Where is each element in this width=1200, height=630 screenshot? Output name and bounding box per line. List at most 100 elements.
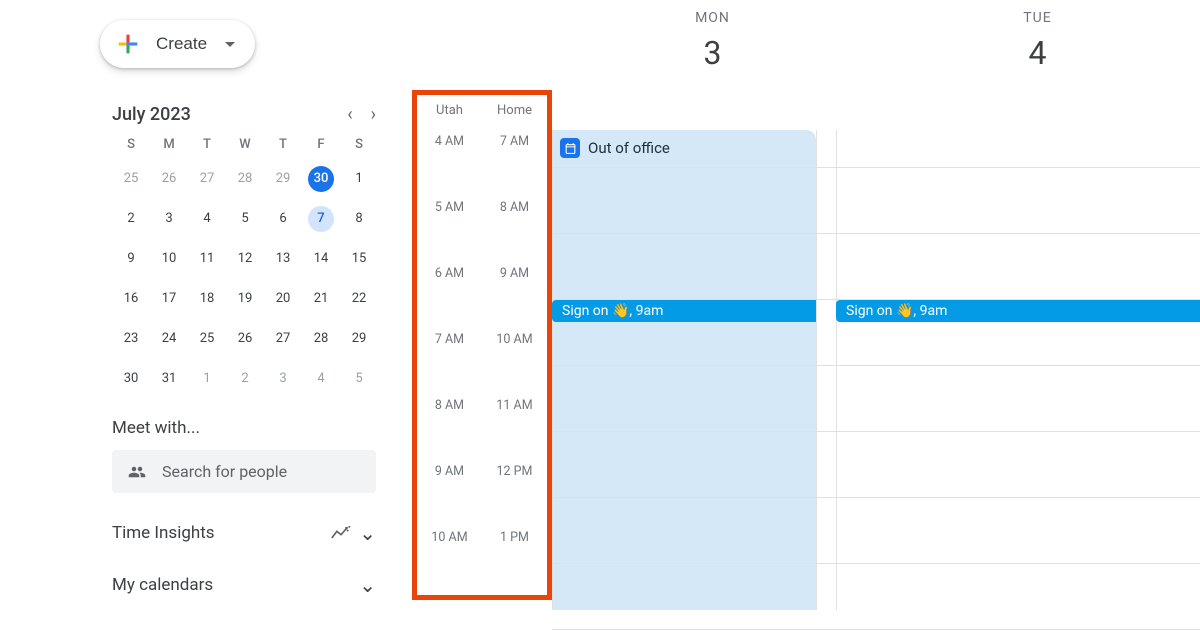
mini-cal-day[interactable]: 30 — [308, 166, 334, 192]
tz-time-right: 11 AM — [482, 398, 547, 413]
mini-cal-day[interactable]: 25 — [118, 166, 144, 192]
day-headers: MON 3 TUE 4 — [550, 10, 1200, 72]
tz-time-right: 9 AM — [482, 266, 547, 281]
mini-cal-day[interactable]: 15 — [346, 246, 372, 272]
mini-cal-day[interactable]: 13 — [270, 246, 296, 272]
mini-cal-dow: M — [150, 137, 188, 152]
mini-cal-day[interactable]: 21 — [308, 286, 334, 312]
mini-cal-day[interactable]: 4 — [308, 366, 334, 392]
mini-cal-day[interactable]: 14 — [308, 246, 334, 272]
mini-cal-day[interactable]: 2 — [118, 206, 144, 232]
mini-cal-day[interactable]: 28 — [308, 326, 334, 352]
mini-cal-day[interactable]: 20 — [270, 286, 296, 312]
mini-cal-day[interactable]: 25 — [194, 326, 220, 352]
tz-time-left: 6 AM — [417, 266, 482, 281]
mini-cal-day[interactable]: 22 — [346, 286, 372, 312]
create-label: Create — [156, 34, 207, 54]
mini-cal-dow: F — [302, 137, 340, 152]
mini-cal-dow: S — [112, 137, 150, 152]
mini-cal-day[interactable]: 2 — [232, 366, 258, 392]
hour-gridline — [552, 233, 1200, 234]
tz-time-left: 9 AM — [417, 464, 482, 479]
mini-cal-dow: W — [226, 137, 264, 152]
create-button[interactable]: Create — [100, 20, 255, 68]
mini-cal-day[interactable]: 7 — [308, 206, 334, 232]
timezone-row: 10 AM1 PM — [417, 528, 547, 594]
mini-cal-day[interactable]: 18 — [194, 286, 220, 312]
mini-calendar-title: July 2023 — [112, 104, 191, 125]
tz-time-right: 10 AM — [482, 332, 547, 347]
mini-cal-day[interactable]: 31 — [156, 366, 182, 392]
tz-label-2: Home — [482, 103, 547, 118]
tz-time-left: 4 AM — [417, 134, 482, 149]
meet-with-title: Meet with... — [112, 418, 400, 438]
mini-cal-day[interactable]: 24 — [156, 326, 182, 352]
plus-icon — [114, 30, 142, 58]
mini-cal-day[interactable]: 1 — [194, 366, 220, 392]
insights-icon — [331, 526, 351, 540]
mini-cal-day[interactable]: 23 — [118, 326, 144, 352]
mini-cal-day[interactable]: 10 — [156, 246, 182, 272]
mini-cal-day[interactable]: 28 — [232, 166, 258, 192]
timezone-row: 5 AM8 AM — [417, 198, 547, 264]
hour-gridline — [552, 431, 1200, 432]
tz-time-right: 12 PM — [482, 464, 547, 479]
mini-cal-day[interactable]: 1 — [346, 166, 372, 192]
calendar-main: MON 3 TUE 4 Utah Home 4 AM7 AM5 AM8 AM6 … — [400, 0, 1200, 610]
mini-cal-day[interactable]: 6 — [270, 206, 296, 232]
mini-cal-day[interactable]: 29 — [270, 166, 296, 192]
mini-cal-day[interactable]: 3 — [270, 366, 296, 392]
next-month-button[interactable]: › — [371, 104, 376, 125]
timezone-columns-highlight: Utah Home 4 AM7 AM5 AM8 AM6 AM9 AM7 AM10… — [412, 90, 552, 600]
mini-cal-day[interactable]: 26 — [232, 326, 258, 352]
chevron-down-icon: ⌄ — [359, 521, 376, 545]
event-out-of-office[interactable]: Out of office — [552, 130, 816, 610]
mini-cal-day[interactable]: 8 — [346, 206, 372, 232]
people-icon — [126, 463, 148, 481]
day-header-tue[interactable]: TUE 4 — [875, 10, 1200, 72]
mini-cal-day[interactable]: 9 — [118, 246, 144, 272]
mini-cal-day[interactable]: 27 — [194, 166, 220, 192]
chevron-down-icon: ⌄ — [359, 573, 376, 597]
prev-month-button[interactable]: ‹ — [347, 104, 352, 125]
mini-cal-day[interactable]: 11 — [194, 246, 220, 272]
event-sign-on-tue[interactable]: Sign on 👋, 9am — [836, 300, 1200, 322]
tz-time-right: 8 AM — [482, 200, 547, 215]
mini-cal-day[interactable]: 12 — [232, 246, 258, 272]
calendar-icon — [560, 138, 580, 158]
tz-time-left: 10 AM — [417, 530, 482, 545]
timezone-row: 4 AM7 AM — [417, 132, 547, 198]
mini-cal-day[interactable]: 4 — [194, 206, 220, 232]
tz-time-left: 5 AM — [417, 200, 482, 215]
timezone-row: 7 AM10 AM — [417, 330, 547, 396]
search-placeholder: Search for people — [162, 462, 287, 481]
my-calendars-label: My calendars — [112, 575, 213, 595]
mini-cal-day[interactable]: 19 — [232, 286, 258, 312]
time-insights-label: Time Insights — [112, 523, 215, 543]
mini-cal-day[interactable]: 27 — [270, 326, 296, 352]
mini-cal-day[interactable]: 5 — [232, 206, 258, 232]
my-calendars-toggle[interactable]: My calendars ⌄ — [112, 573, 376, 597]
event-sign-on-mon[interactable]: Sign on 👋, 9am — [552, 300, 816, 322]
calendar-grid[interactable]: Out of office Sign on 👋, 9am Sign on 👋, … — [552, 130, 1200, 610]
chevron-down-icon — [225, 42, 235, 47]
hour-gridline — [552, 365, 1200, 366]
tz-label-1: Utah — [417, 103, 482, 118]
timezone-row: 6 AM9 AM — [417, 264, 547, 330]
tz-time-right: 1 PM — [482, 530, 547, 545]
mini-cal-day[interactable]: 3 — [156, 206, 182, 232]
mini-cal-day[interactable]: 17 — [156, 286, 182, 312]
tz-time-left: 7 AM — [417, 332, 482, 347]
day-header-mon[interactable]: MON 3 — [550, 10, 875, 72]
timezone-row: 9 AM12 PM — [417, 462, 547, 528]
mini-cal-day[interactable]: 29 — [346, 326, 372, 352]
mini-cal-dow: T — [264, 137, 302, 152]
time-insights-toggle[interactable]: Time Insights ⌄ — [112, 521, 376, 545]
mini-cal-day[interactable]: 16 — [118, 286, 144, 312]
mini-cal-day[interactable]: 5 — [346, 366, 372, 392]
search-people-input[interactable]: Search for people — [112, 450, 376, 493]
mini-cal-day[interactable]: 26 — [156, 166, 182, 192]
mini-cal-day[interactable]: 30 — [118, 366, 144, 392]
hour-gridline — [552, 563, 1200, 564]
timezone-row: 8 AM11 AM — [417, 396, 547, 462]
